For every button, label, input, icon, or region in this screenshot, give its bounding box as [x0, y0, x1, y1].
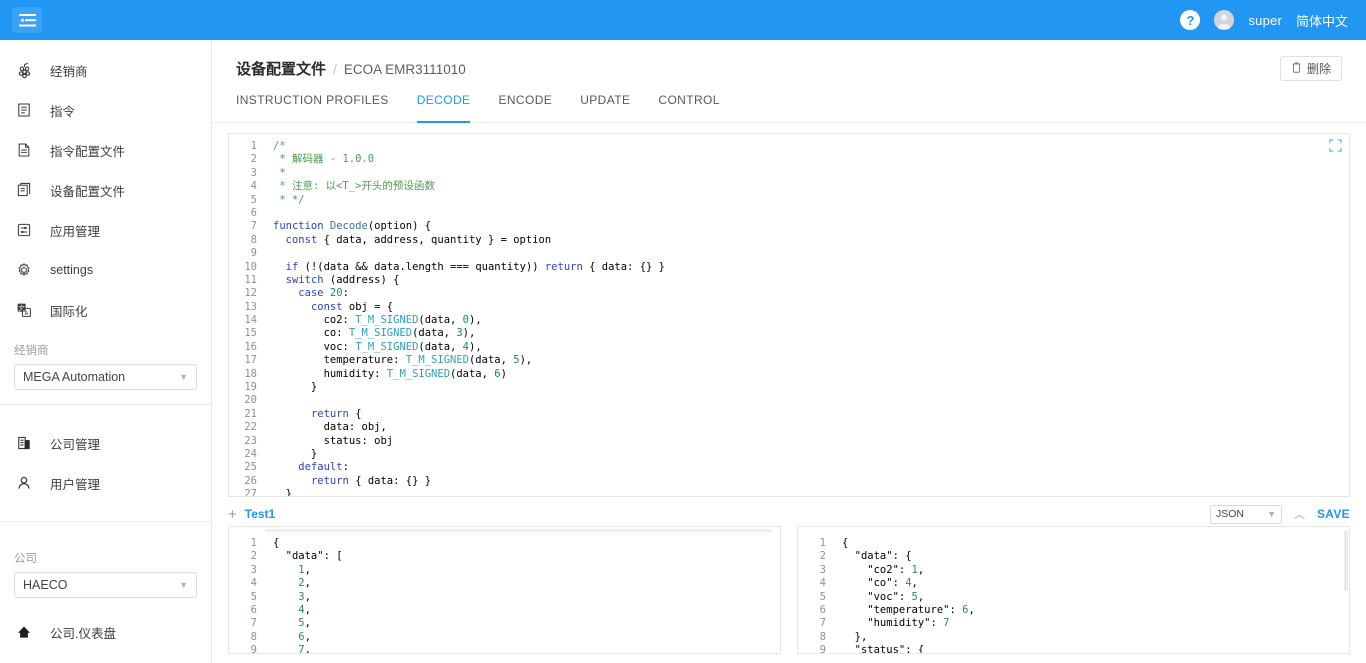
avatar[interactable] — [1214, 10, 1235, 30]
top-bar-right: ? super 简体中文 — [1180, 10, 1348, 30]
sidebar-item-instruction[interactable]: 指令 — [0, 90, 211, 130]
test-io-row: 123456789 { "data": [ 1, 2, 3, 4, 5, 6, … — [228, 526, 1350, 663]
test-input-pane[interactable]: 123456789 { "data": [ 1, 2, 3, 4, 5, 6, … — [228, 526, 781, 654]
app-root: ? super 简体中文 经销商 指令 指令配置文件 设备配置文件 应用管理 s… — [0, 0, 1366, 663]
sidebar-item-label: 经销商 — [50, 64, 88, 79]
gear-icon — [14, 260, 34, 280]
sidebar-item-label: settings — [50, 263, 94, 277]
top-bar: ? super 简体中文 — [0, 0, 1366, 40]
sliders-box-icon — [14, 220, 34, 240]
sidebar-primary-nav: 经销商 指令 指令配置文件 设备配置文件 应用管理 settings 文 A 国… — [0, 40, 211, 330]
svg-text:A: A — [25, 311, 29, 317]
sidebar-item-dealer[interactable]: 经销商 — [0, 50, 211, 90]
sidebar-item-company-dashboard[interactable]: 公司.仪表盘 — [0, 612, 211, 652]
sidebar-item-settings[interactable]: settings — [0, 250, 211, 290]
user-icon — [14, 473, 34, 493]
menu-collapse-icon[interactable] — [12, 7, 42, 33]
sidebar-item-label: 用户管理 — [50, 477, 101, 492]
dealer-select-value: MEGA Automation — [23, 370, 126, 384]
code-gutter: 1 2 3 4 5 6 7 8 9 10 11 12 13 14 15 16 17 18 19 20 21 22 23 24 2… — [229, 134, 265, 496]
test-toolbar-left: + Test1 — [228, 507, 275, 522]
sidebar-item-instruction-profiles[interactable]: 指令配置文件 — [0, 130, 211, 170]
input-horizontal-scrollbar[interactable] — [265, 529, 772, 532]
sidebar-secondary-nav: 公司管理 用户管理 — [0, 405, 211, 503]
sidebar-item-label: 公司.仪表盘 — [50, 626, 116, 641]
input-code-area: 123456789 { "data": [ 1, 2, 3, 4, 5, 6, … — [229, 527, 780, 654]
header-row: 设备配置文件 / ECOA EMR3111010 删除 — [212, 40, 1366, 81]
test-output-pane[interactable]: 123456789 { "data": { "co2": 1, "co": 4,… — [797, 526, 1350, 654]
delete-button[interactable]: 删除 — [1279, 56, 1342, 81]
output-gutter: 123456789 — [798, 531, 834, 653]
chevron-down-icon: ▼ — [1267, 509, 1276, 519]
home-icon — [14, 622, 34, 642]
breadcrumb: 设备配置文件 / ECOA EMR3111010 — [226, 58, 466, 79]
copy-documents-icon — [14, 180, 34, 200]
breadcrumb-root[interactable]: 设备配置文件 — [236, 58, 326, 79]
sidebar-item-user-management[interactable]: 用户管理 — [0, 463, 211, 503]
input-gutter: 123456789 — [229, 531, 265, 653]
breadcrumb-current: ECOA EMR3111010 — [343, 62, 466, 77]
document-lines-icon — [14, 100, 34, 120]
breadcrumb-separator: / — [333, 61, 337, 77]
body-row: 经销商 指令 指令配置文件 设备配置文件 应用管理 settings 文 A 国… — [0, 40, 1366, 663]
sidebar-item-label: 指令 — [50, 104, 76, 119]
sidebar-item-app-management[interactable]: 应用管理 — [0, 210, 211, 250]
plus-icon[interactable]: + — [228, 507, 237, 522]
company-select[interactable]: HAECO ▼ — [14, 572, 197, 598]
code-area: 1 2 3 4 5 6 7 8 9 10 11 12 13 14 15 16 17 18 19 20 21 22 23 24 2… — [229, 134, 1349, 497]
sidebar-item-device-profiles[interactable]: 设备配置文件 — [0, 170, 211, 210]
tab-control[interactable]: CONTROL — [644, 93, 733, 122]
test-toolbar: + Test1 JSON ▼ ︿ SAVE — [228, 502, 1350, 526]
tab-encode[interactable]: ENCODE — [484, 93, 566, 122]
tab-decode[interactable]: DECODE — [403, 93, 485, 123]
building-icon — [14, 433, 34, 453]
test-tab-test1[interactable]: Test1 — [245, 507, 275, 521]
test-toolbar-right: JSON ▼ ︿ SAVE — [1210, 504, 1350, 524]
sidebar-item-label: 设备配置文件 — [50, 184, 126, 199]
code-lines: /* * 解码器 - 1.0.0 * * 注意: 以<T_>开头的预设函数 * … — [273, 140, 665, 497]
sidebar: 经销商 指令 指令配置文件 设备配置文件 应用管理 settings 文 A 国… — [0, 40, 212, 663]
sidebar-item-label: 公司管理 — [50, 437, 101, 452]
company-select-label: 公司 — [14, 553, 37, 565]
fullscreen-icon[interactable] — [1329, 139, 1342, 157]
chevron-down-icon: ▼ — [179, 580, 188, 590]
dealer-select-block: 经销商 MEGA Automation ▼ — [0, 330, 211, 404]
translate-icon: 文 A — [14, 300, 34, 320]
sidebar-item-company-management[interactable]: 公司管理 — [0, 423, 211, 463]
sidebar-item-label: 指令配置文件 — [50, 144, 126, 159]
tab-update[interactable]: UPDATE — [566, 93, 644, 122]
input-lines: { "data": [ 1, 2, 3, 4, 5, 6, 7, — [273, 537, 343, 654]
company-select-value: HAECO — [23, 578, 68, 592]
output-lines: { "data": { "co2": 1, "co": 4, "voc": 5,… — [842, 537, 975, 654]
output-vertical-scrollbar[interactable] — [1344, 531, 1348, 591]
grapes-icon — [14, 60, 34, 80]
editor-area: 1 2 3 4 5 6 7 8 9 10 11 12 13 14 15 16 17 18 19 20 21 22 23 24 2… — [212, 123, 1366, 663]
format-select-value: JSON — [1216, 508, 1245, 520]
tab-instruction-profiles[interactable]: INSTRUCTION PROFILES — [236, 93, 403, 122]
main-content: 设备配置文件 / ECOA EMR3111010 删除 INSTRUCTION … — [212, 40, 1366, 663]
dealer-select[interactable]: MEGA Automation ▼ — [14, 364, 197, 390]
save-button[interactable]: SAVE — [1317, 507, 1350, 521]
language-switch[interactable]: 简体中文 — [1296, 11, 1348, 30]
help-icon[interactable]: ? — [1180, 10, 1201, 30]
sidebar-item-i18n[interactable]: 文 A 国际化 — [0, 290, 211, 330]
document-text-icon — [14, 140, 34, 160]
sidebar-tertiary-nav: 公司.仪表盘 — [0, 612, 211, 652]
delete-button-label: 删除 — [1306, 62, 1331, 76]
code-editor[interactable]: 1 2 3 4 5 6 7 8 9 10 11 12 13 14 15 16 17 18 19 20 21 22 23 24 2… — [228, 133, 1350, 497]
company-select-block: 公司 HAECO ▼ — [0, 522, 211, 612]
dealer-select-label: 经销商 — [14, 345, 49, 357]
sidebar-item-label: 国际化 — [50, 304, 88, 319]
chevron-down-icon: ▼ — [179, 372, 188, 382]
sidebar-item-label: 应用管理 — [50, 224, 101, 239]
user-name[interactable]: super — [1248, 13, 1282, 28]
format-select[interactable]: JSON ▼ — [1210, 504, 1282, 524]
tab-bar: INSTRUCTION PROFILES DECODE ENCODE UPDAT… — [212, 93, 1366, 123]
caret-up-icon[interactable]: ︿ — [1294, 506, 1305, 522]
output-code-area: 123456789 { "data": { "co2": 1, "co": 4,… — [798, 527, 1349, 654]
trash-icon — [1291, 61, 1302, 76]
